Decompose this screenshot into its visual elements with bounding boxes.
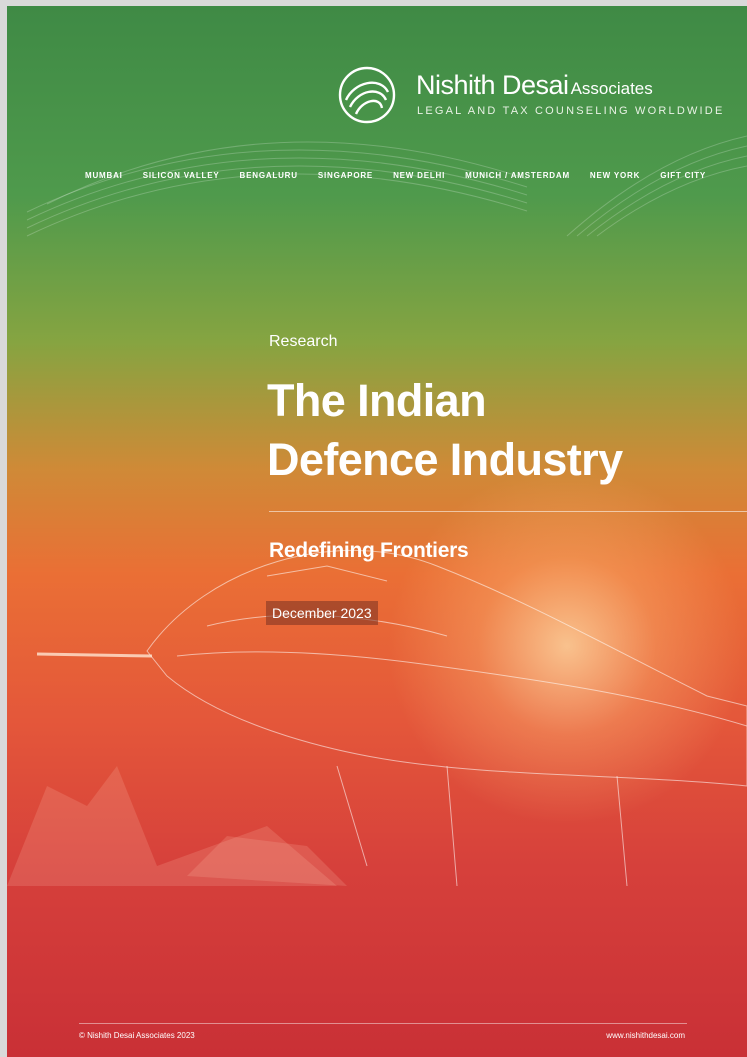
city-label: SILICON VALLEY xyxy=(142,171,220,180)
aircraft-wireframe-icon xyxy=(146,549,747,787)
copyright-notice: © Nishith Desai Associates 2023 xyxy=(79,1031,195,1040)
city-label: NEW YORK xyxy=(589,171,641,180)
logo-emblem-icon xyxy=(338,66,396,124)
city-label: NEW DELHI xyxy=(393,171,446,180)
background-artwork xyxy=(7,135,747,887)
website-url: www.nishithdesai.com xyxy=(606,1031,685,1040)
title-line-2: Defence Industry xyxy=(267,434,623,485)
document-type-label: Research xyxy=(269,333,338,350)
brand-suffix: Associates xyxy=(570,79,653,98)
title-line-1: The Indian xyxy=(267,375,487,426)
brand-name: Nishith Desai Associates xyxy=(416,70,653,101)
city-label: MUNICH / AMSTERDAM xyxy=(465,171,570,180)
city-label: BENGALURU xyxy=(239,171,298,180)
report-cover: Nishith Desai Associates LEGAL AND TAX CO… xyxy=(7,6,747,1057)
document-title: The Indian Defence Industry xyxy=(267,371,623,489)
brand-name-text: Nishith Desai xyxy=(416,70,569,100)
city-label: MUMBAI xyxy=(85,171,123,180)
company-logo: Nishith Desai Associates LEGAL AND TAX CO… xyxy=(336,64,722,126)
city-label: SINGAPORE xyxy=(317,171,374,180)
footer-divider xyxy=(79,1023,687,1024)
publication-date: December 2023 xyxy=(266,601,378,625)
office-locations: MUMBAI SILICON VALLEY BENGALURU SINGAPOR… xyxy=(85,171,706,180)
title-divider xyxy=(269,511,747,512)
city-label: GIFT CITY xyxy=(660,171,707,180)
document-subtitle: Redefining Frontiers xyxy=(269,539,469,562)
brand-tagline: LEGAL AND TAX COUNSELING WORLDWIDE xyxy=(417,105,725,117)
